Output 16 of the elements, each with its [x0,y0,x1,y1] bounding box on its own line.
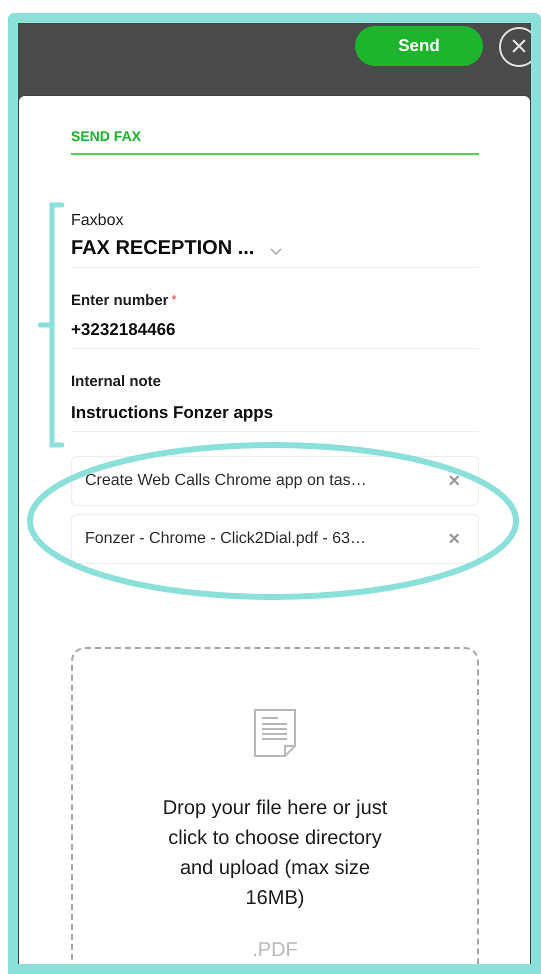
field-label: Internal note [71,372,162,392]
chevron-icon [270,248,282,256]
note-field[interactable]: Instructions Fonzer apps [71,400,479,432]
attachment-name: Create Web Calls Chrome app on tas… [85,471,367,491]
field-label: Faxbox [71,211,124,231]
dropzone-instructions: Drop your file here or just click to choose directory and upload (max size 16MB) [162,796,388,911]
form-title: SEND FAX [71,126,479,155]
faxbox-dropdown[interactable]: FAX RECEPTION ... [71,233,479,268]
dropzone[interactable]: Drop your file here or just click to choose directory and upload (max size 16MB) .PDF [71,647,479,964]
required-mark: * [172,291,177,309]
number-field[interactable]: +3232184466 [71,316,479,349]
document-icon [254,709,296,757]
close-button[interactable]: × [499,27,531,67]
field-label: Enter number [71,291,169,311]
attachment-name: Fonzer - Chrome - Click2Dial.pdf - 63… [85,529,366,549]
accepted-format: .PDF [252,938,298,963]
